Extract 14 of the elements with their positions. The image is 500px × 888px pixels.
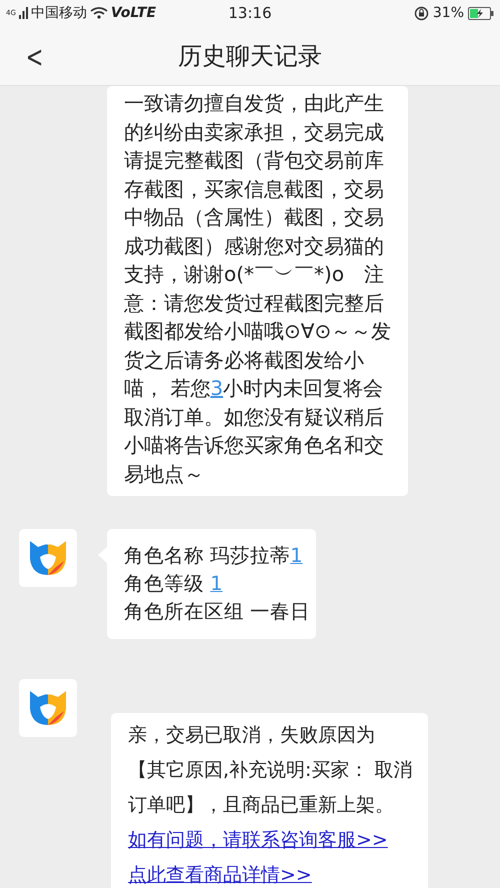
message-link[interactable]: 点此查看商品详情>> bbox=[128, 858, 312, 888]
message-text: 一致请勿擅自发货，由此产生的纠纷由卖家承担，交易完成请提完整截图（背包交易前库存截图，买家信息截图，交易中物品（含属性）截图，交易成功截图）感谢您对交易猫的支持，谢谢o(*￣︶￣*)o 注意：请您发货过程截图完整后截图都发给小喵哦⊙∀⊙～～发货之后请务必将截图发给小喵， 若您3小时内未回复将会取消订单。如您没有疑议稍后小喵将告诉您买家角色名和交易地点～ bbox=[124, 90, 392, 488]
message-text: 角色等级 1 bbox=[124, 571, 224, 597]
message-text: 亲，交易已取消，失败原因为 bbox=[128, 723, 376, 748]
clock-time: 13:16 bbox=[228, 4, 272, 22]
message-text: 订单吧】，且商品已重新上架。 bbox=[128, 793, 395, 818]
message-text: 角色名称 玛莎拉蒂1 bbox=[124, 543, 302, 569]
carrier-name: 中国移动 bbox=[30, 4, 87, 22]
message-text: 【其它原因,补充说明:买家： 取消 bbox=[128, 758, 414, 783]
page-title: 历史聊天记录 bbox=[178, 40, 322, 72]
message-link[interactable]: 如有问题，请联系咨询客服>> bbox=[128, 823, 388, 858]
back-button[interactable]: < bbox=[26, 40, 44, 75]
volte-label: VoLTE bbox=[110, 5, 156, 21]
battery-percent: 31% bbox=[432, 5, 464, 21]
